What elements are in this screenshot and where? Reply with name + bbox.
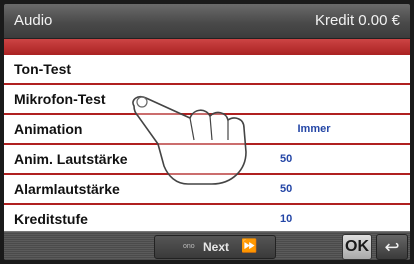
menu-item-label: Animation bbox=[14, 121, 83, 137]
menu-list: Ton-Test Mikrofon-Test Animation Immer A… bbox=[4, 55, 410, 235]
menu-item-label: Alarmlautstärke bbox=[14, 181, 120, 197]
next-prefix: ono bbox=[183, 243, 195, 250]
credit-display: Kredit 0.00 € bbox=[314, 12, 400, 29]
menu-item-label: Ton-Test bbox=[14, 61, 72, 77]
back-arrow-icon: ↩ bbox=[384, 237, 400, 257]
menu-item-anim-lautstaerke[interactable]: Anim. Lautstärke 50 bbox=[4, 145, 410, 175]
ok-button[interactable]: OK bbox=[342, 234, 372, 260]
next-label: Next bbox=[203, 240, 230, 254]
menu-item-alarmlautstaerke[interactable]: Alarmlautstärke 50 bbox=[4, 175, 410, 205]
page-title: Audio bbox=[14, 12, 53, 29]
next-button[interactable]: ono Next ⏩ bbox=[154, 235, 276, 259]
menu-item-label: Anim. Lautstärke bbox=[14, 151, 128, 167]
menu-item-ton-test[interactable]: Ton-Test bbox=[4, 55, 410, 85]
menu-item-label: Mikrofon-Test bbox=[14, 91, 106, 107]
fast-forward-icon: ⏩ bbox=[241, 238, 258, 253]
header-bar: Audio Kredit 0.00 € bbox=[4, 4, 410, 39]
menu-item-animation[interactable]: Animation Immer bbox=[4, 115, 410, 145]
menu-item-mikrofon-test[interactable]: Mikrofon-Test bbox=[4, 85, 410, 115]
menu-item-value: 10 bbox=[280, 213, 293, 225]
screen: Audio Kredit 0.00 € Ton-Test Mikrofon-Te… bbox=[4, 4, 410, 260]
back-button[interactable]: ↩ bbox=[376, 234, 408, 260]
menu-item-label: Kreditstufe bbox=[14, 211, 88, 227]
header-accent-bar bbox=[4, 39, 410, 55]
menu-item-value: 50 bbox=[280, 183, 293, 195]
menu-item-value: Immer bbox=[297, 123, 331, 135]
footer-bar: ono Next ⏩ OK ↩ bbox=[4, 231, 410, 260]
menu-item-value: 50 bbox=[280, 153, 293, 165]
